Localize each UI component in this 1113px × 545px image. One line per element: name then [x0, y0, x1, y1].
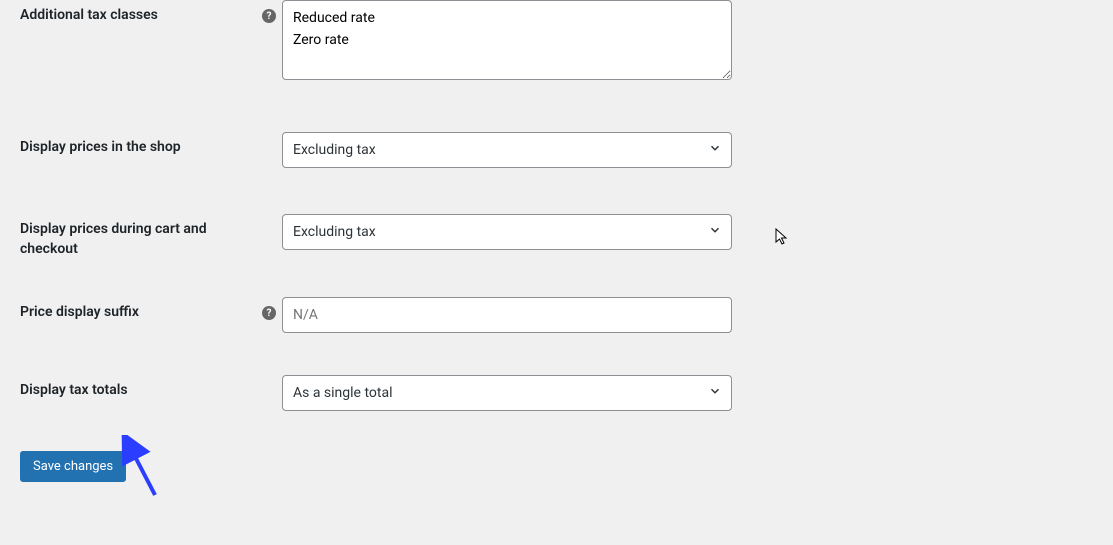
- display-prices-cart-select[interactable]: Excluding tax: [282, 214, 732, 250]
- display-tax-totals-label: Display tax totals: [20, 381, 128, 401]
- additional-tax-classes-label: Additional tax classes: [20, 6, 158, 26]
- display-prices-shop-value: Excluding tax: [293, 142, 376, 158]
- price-display-suffix-input[interactable]: [282, 297, 732, 333]
- display-tax-totals-row: Display tax totals As a single total: [0, 375, 1113, 411]
- display-prices-cart-row: Display prices during cart and checkout …: [0, 214, 1113, 259]
- display-prices-shop-select[interactable]: Excluding tax: [282, 132, 732, 168]
- price-display-suffix-label: Price display suffix: [20, 303, 139, 323]
- help-icon[interactable]: ?: [262, 9, 276, 23]
- price-display-suffix-row: Price display suffix ?: [0, 297, 1113, 333]
- display-tax-totals-value: As a single total: [293, 385, 392, 401]
- help-icon[interactable]: ?: [262, 306, 276, 320]
- save-changes-button[interactable]: Save changes: [20, 451, 126, 482]
- display-prices-shop-row: Display prices in the shop Excluding tax: [0, 132, 1113, 168]
- additional-tax-classes-row: Additional tax classes ?: [0, 0, 1113, 84]
- display-tax-totals-select[interactable]: As a single total: [282, 375, 732, 411]
- display-prices-cart-value: Excluding tax: [293, 224, 376, 240]
- display-prices-shop-label: Display prices in the shop: [20, 138, 181, 158]
- display-prices-cart-label: Display prices during cart and checkout: [20, 220, 240, 259]
- additional-tax-classes-textarea[interactable]: [282, 0, 732, 80]
